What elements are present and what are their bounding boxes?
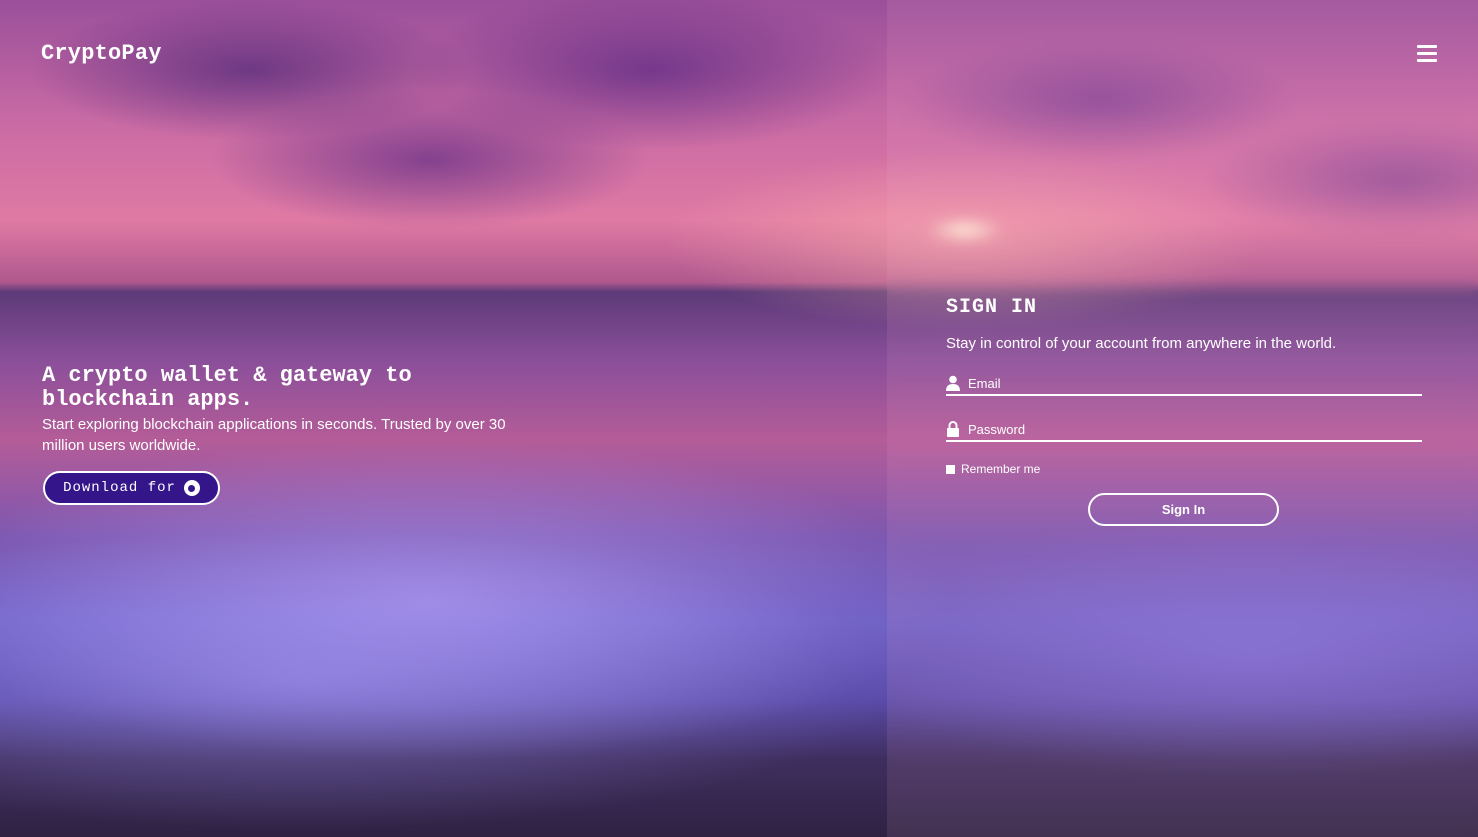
hamburger-menu-icon[interactable]	[1417, 45, 1437, 63]
remember-me-checkbox[interactable]	[946, 464, 955, 474]
hero-description: Start exploring blockchain applications …	[42, 416, 506, 454]
lock-icon	[947, 421, 959, 437]
hero-title: A crypto wallet & gateway to blockchain …	[42, 363, 412, 412]
download-button-label: Download for	[63, 480, 176, 496]
download-button[interactable]: Download for	[43, 471, 220, 505]
signin-title: SIGN IN	[946, 296, 1038, 319]
remember-me-row: Remember me	[946, 462, 1422, 476]
password-input[interactable]	[968, 419, 1422, 439]
hero-section: A crypto wallet & gateway to blockchain …	[42, 364, 542, 456]
signin-subtitle: Stay in control of your account from any…	[946, 335, 1337, 352]
signin-form: SIGN IN Stay in control of your account …	[946, 296, 1422, 476]
chrome-icon	[183, 480, 200, 496]
password-field[interactable]	[946, 418, 1422, 442]
brand-logo[interactable]: CryptoPay	[41, 41, 162, 66]
remember-me-label[interactable]: Remember me	[961, 462, 1040, 476]
email-field[interactable]	[946, 372, 1422, 396]
user-icon	[946, 375, 960, 391]
email-input[interactable]	[968, 373, 1422, 393]
signin-button[interactable]: Sign In	[1088, 493, 1279, 526]
